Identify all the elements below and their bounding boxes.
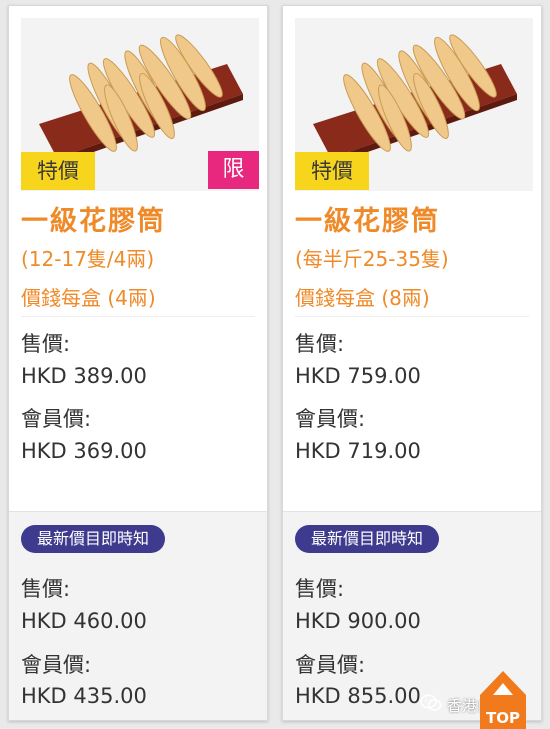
product-card[interactable]: 特價 限 一級花膠筒 (12-17隻/4兩) 價錢每盒 (4兩) 售價: HKD… bbox=[8, 5, 268, 721]
latest-member-price-value: HKD 435.00 bbox=[21, 684, 147, 708]
special-offer-tag: 特價 bbox=[295, 152, 369, 190]
latest-selling-price-value: HKD 460.00 bbox=[21, 609, 147, 633]
divider bbox=[295, 316, 529, 317]
special-offer-tag: 特價 bbox=[21, 152, 95, 190]
latest-price-badge: 最新價目即時知 bbox=[21, 525, 166, 553]
member-price-value: HKD 369.00 bbox=[21, 439, 147, 463]
latest-selling-price-label: 售價: bbox=[21, 577, 71, 601]
back-to-top-label: TOP bbox=[486, 709, 520, 727]
product-name[interactable]: 一級花膠筒 bbox=[295, 199, 440, 238]
latest-price-badge: 最新價目即時知 bbox=[295, 525, 440, 553]
latest-selling-price-label: 售價: bbox=[295, 577, 345, 601]
wechat-icon bbox=[420, 694, 442, 716]
selling-price-value: HKD 389.00 bbox=[21, 364, 147, 388]
latest-member-price-value: HKD 855.00 bbox=[295, 684, 421, 708]
back-to-top-button[interactable]: TOP bbox=[478, 669, 528, 729]
member-price-value: HKD 719.00 bbox=[295, 439, 421, 463]
member-price-label: 會員價: bbox=[295, 407, 366, 431]
latest-member-price-label: 會員價: bbox=[295, 653, 366, 677]
product-box-size: 價錢每盒 (4兩) bbox=[21, 286, 156, 310]
divider bbox=[21, 316, 255, 317]
latest-price-section: 最新價目即時知 售價: HKD 460.00 會員價: HKD 435.00 bbox=[9, 511, 267, 720]
product-spec: (每半斤25-35隻) bbox=[295, 247, 449, 271]
limited-tag: 限 bbox=[208, 151, 259, 189]
latest-selling-price-value: HKD 900.00 bbox=[295, 609, 421, 633]
product-card[interactable]: 特價 一級花膠筒 (每半斤25-35隻) 價錢每盒 (8兩) 售價: HKD 7… bbox=[282, 5, 542, 721]
product-spec: (12-17隻/4兩) bbox=[21, 247, 155, 271]
selling-price-label: 售價: bbox=[295, 332, 345, 356]
product-box-size: 價錢每盒 (8兩) bbox=[295, 286, 430, 310]
member-price-label: 會員價: bbox=[21, 407, 92, 431]
product-name[interactable]: 一級花膠筒 bbox=[21, 199, 166, 238]
latest-member-price-label: 會員價: bbox=[21, 653, 92, 677]
selling-price-value: HKD 759.00 bbox=[295, 364, 421, 388]
selling-price-label: 售價: bbox=[21, 332, 71, 356]
